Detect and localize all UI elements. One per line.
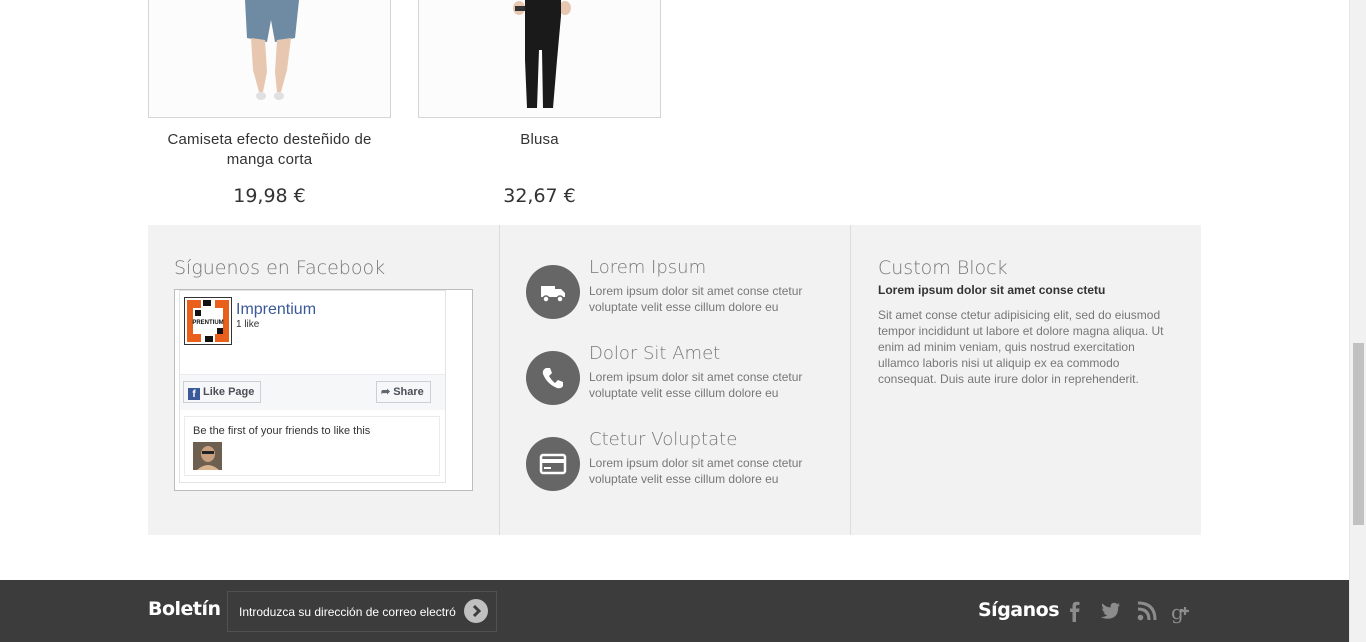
twitter-icon[interactable] xyxy=(1097,598,1123,624)
facebook-actions: f Like Page ➦ Share xyxy=(180,374,445,410)
rss-icon[interactable] xyxy=(1134,598,1160,624)
facebook-widget[interactable]: PRENTIUM Imprentium 1 like f Like Page ➦ S… xyxy=(174,289,473,491)
facebook-title: Síguenos en Facebook xyxy=(174,257,386,279)
info-band: Síguenos en Facebook PRENTIUM Imprentium… xyxy=(148,225,1201,535)
facebook-friends-text: Be the first of your friends to like thi… xyxy=(193,425,371,437)
feature-text: Lorem ipsum dolor sit amet conse ctetur … xyxy=(589,370,803,400)
product-image[interactable] xyxy=(148,0,391,118)
product-card[interactable]: Camiseta efecto desteñido de manga corta… xyxy=(148,0,391,207)
product-name[interactable]: Camiseta efecto desteñido de manga corta xyxy=(148,130,391,170)
vertical-scrollbar[interactable] xyxy=(1349,0,1366,642)
product-image[interactable] xyxy=(418,0,661,118)
feature-text: Lorem ipsum dolor sit amet conse ctetur … xyxy=(589,284,803,314)
custom-block-text: Sit amet conse ctetur adipisicing elit, … xyxy=(878,308,1164,386)
like-page-button[interactable]: f Like Page xyxy=(183,381,262,403)
custom-block-column: Custom Block Lorem ipsum dolor sit amet … xyxy=(851,225,1201,535)
facebook-page-name[interactable]: Imprentium xyxy=(236,301,316,319)
newsletter-title: Boletín xyxy=(148,598,221,620)
product-name[interactable]: Blusa xyxy=(418,130,661,150)
scrollbar-thumb[interactable] xyxy=(1353,343,1364,525)
facebook-like-count: 1 like xyxy=(236,319,260,330)
facebook-friends-box: Be the first of your friends to like thi… xyxy=(184,416,440,476)
share-icon: ➦ xyxy=(381,386,391,398)
newsletter-submit-button[interactable] xyxy=(464,599,488,623)
facebook-column: Síguenos en Facebook PRENTIUM Imprentium… xyxy=(148,225,499,535)
page: Camiseta efecto desteñido de manga corta… xyxy=(0,0,1349,642)
feature-item: Ctetur Voluptate Lorem ipsum dolor sit a… xyxy=(526,429,826,491)
custom-block-title: Custom Block xyxy=(878,257,1008,279)
friend-avatar[interactable] xyxy=(193,442,222,470)
facebook-icon[interactable] xyxy=(1062,598,1088,624)
feature-title: Lorem Ipsum xyxy=(589,257,707,278)
feature-title: Ctetur Voluptate xyxy=(589,429,738,450)
facebook-page-plugin: PRENTIUM Imprentium 1 like f Like Page ➦ S… xyxy=(179,290,446,483)
like-page-label: Like Page xyxy=(203,386,255,398)
feature-item: Dolor Sit Amet Lorem ipsum dolor sit ame… xyxy=(526,343,826,405)
product-price: 19,98 € xyxy=(233,185,306,207)
logo-text: PRENTIUM xyxy=(192,320,223,326)
google-plus-icon[interactable]: g xyxy=(1170,598,1196,624)
footer: Boletín Síganos g xyxy=(0,580,1349,642)
imprentium-logo[interactable]: PRENTIUM xyxy=(184,297,232,345)
feature-item: Lorem Ipsum Lorem ipsum dolor sit amet c… xyxy=(526,257,826,319)
chevron-right-icon xyxy=(472,604,482,618)
product-card[interactable]: Blusa 32,67 € xyxy=(418,0,661,207)
share-label: Share xyxy=(393,386,424,398)
feature-title: Dolor Sit Amet xyxy=(589,343,721,364)
features-column: Lorem Ipsum Lorem ipsum dolor sit amet c… xyxy=(500,225,850,535)
truck-icon xyxy=(526,265,580,319)
phone-icon xyxy=(526,351,580,405)
newsletter-email-input[interactable] xyxy=(227,591,497,632)
follow-title: Síganos xyxy=(978,599,1060,621)
facebook-icon: f xyxy=(188,388,200,400)
custom-block-subtitle: Lorem ipsum dolor sit amet conse ctetu xyxy=(878,283,1106,297)
feature-text: Lorem ipsum dolor sit amet conse ctetur … xyxy=(589,456,803,486)
credit-card-icon xyxy=(526,437,580,491)
product-price: 32,67 € xyxy=(503,185,576,207)
share-button[interactable]: ➦ Share xyxy=(376,381,431,403)
